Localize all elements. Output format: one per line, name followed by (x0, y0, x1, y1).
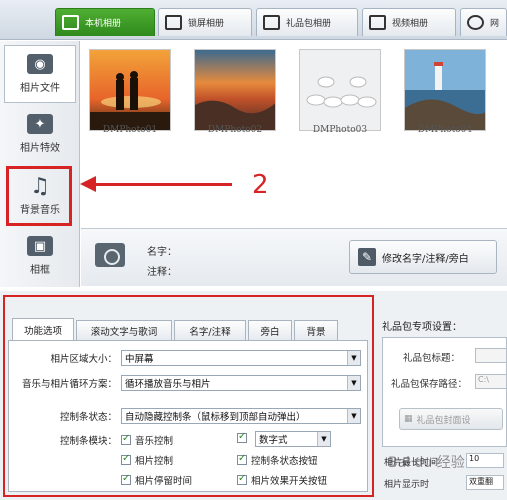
pen-icon: ✎ (358, 248, 376, 266)
gift-path-input[interactable]: C:\ (475, 374, 507, 389)
name-label: 名字： (147, 247, 177, 258)
gift-title-input[interactable] (475, 348, 507, 363)
tab-web-album[interactable]: 网 (460, 8, 507, 36)
lighthouse-image (405, 50, 485, 130)
film-icon (369, 15, 386, 30)
gift-icon: ▦ (404, 414, 413, 424)
photo-name: DMPhoto04 (417, 125, 473, 135)
music-highlight-box (6, 166, 72, 226)
browser-icon (467, 15, 484, 30)
button-label: 礼品包封面设 (416, 415, 471, 426)
watermark-text: Bai du 经验 (388, 455, 465, 471)
tab-label: 视频相册 (392, 19, 429, 29)
gift-cover-button[interactable]: ▦ 礼品包封面设 (399, 408, 503, 430)
white-shoes-image (300, 50, 380, 130)
photo-thumbnail[interactable] (299, 49, 381, 131)
button-label: 修改名字/注释/旁白 (382, 253, 469, 265)
annotation-arrow-head (80, 176, 96, 192)
gift-icon (263, 15, 280, 30)
gift-path-label: 礼品包保存路径： (391, 379, 468, 390)
photo-name: DMPhoto03 (312, 125, 368, 135)
camera-icon: ◉ (27, 54, 53, 74)
photo-info-bar: 名字： 注释： ✎ 修改名字/注释/旁白 (81, 228, 507, 286)
photo-gallery: DMPhoto01 DMPhoto02 DMPhoto03 DMPhoto04 (81, 41, 507, 225)
sparkle-icon: ✦ (27, 114, 53, 134)
photo-max-time-input[interactable]: 10 (466, 453, 504, 468)
sidebar-item-label: 相框 (30, 265, 50, 276)
gift-settings-panel: 礼品包标题： 礼品包保存路径： C:\ ▦ 礼品包封面设 (382, 337, 507, 447)
photo-icon (62, 15, 79, 30)
top-tab-bar: 本机相册 锁屏相册 礼品包相册 视频相册 网 (0, 0, 507, 40)
edit-name-note-narration-button[interactable]: ✎ 修改名字/注释/旁白 (349, 240, 497, 274)
sidebar-item-label: 相片文件 (20, 83, 60, 94)
photo-thumbnail[interactable] (404, 49, 486, 131)
gift-title-label: 礼品包标题： (403, 353, 461, 364)
tab-local-album[interactable]: 本机相册 (55, 8, 155, 36)
sidebar-item-photo-effects[interactable]: ✦ 相片特效 (4, 105, 76, 163)
note-label: 注释： (147, 267, 177, 278)
tab-lock-screen-album[interactable]: 锁屏相册 (158, 8, 252, 36)
sunset-sea-image (195, 50, 275, 130)
options-highlight-frame (3, 295, 374, 497)
sidebar-item-photo-files[interactable]: ◉ 相片文件 (4, 45, 76, 103)
gift-settings-title: 礼品包专项设置： (382, 322, 462, 333)
frame-icon: ▣ (27, 236, 53, 256)
annotation-step-number: 2 (252, 170, 269, 200)
tab-video-album[interactable]: 视频相册 (362, 8, 456, 36)
tab-label: 锁屏相册 (188, 19, 225, 29)
photo-thumbnail[interactable] (89, 49, 171, 131)
sidebar-item-frame[interactable]: ▣ 相框 (4, 227, 76, 285)
tab-label: 礼品包相册 (286, 19, 332, 29)
tab-label: 本机相册 (85, 19, 122, 29)
tab-gift-album[interactable]: 礼品包相册 (256, 8, 358, 36)
sidebar-item-label: 相片特效 (20, 143, 60, 154)
monitor-icon (165, 15, 182, 30)
photo-name: DMPhoto02 (207, 125, 263, 135)
camera-icon (95, 243, 125, 267)
tab-label: 网 (490, 19, 500, 29)
photo-thumbnail[interactable] (194, 49, 276, 131)
photo-display-label: 相片显示时 (384, 480, 430, 490)
sunset-couple-image (90, 50, 170, 130)
photo-name: DMPhoto01 (102, 125, 158, 135)
annotation-arrow (92, 183, 232, 186)
photo-display-select[interactable]: 双重翻 (466, 475, 504, 490)
sidebar: ◉ 相片文件 ✦ 相片特效 ♫ 背景音乐 ▣ 相框 (0, 41, 80, 287)
